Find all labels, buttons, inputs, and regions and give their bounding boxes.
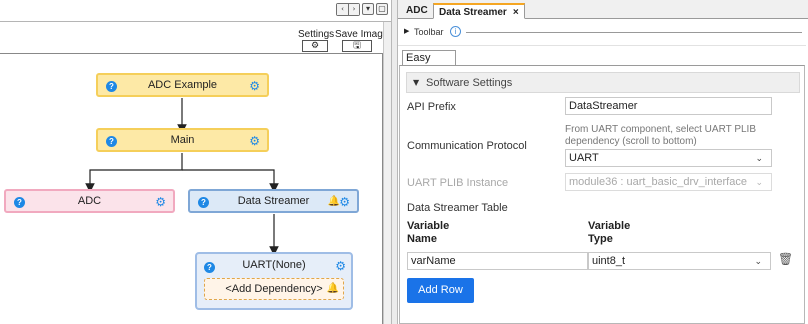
chevron-down-icon: ⌄	[755, 178, 763, 188]
software-settings-header[interactable]: ▼ Software Settings	[406, 72, 800, 93]
bell-icon[interactable]: 🔔	[327, 279, 339, 299]
tab-data-streamer[interactable]: Data Streamer ×	[433, 3, 525, 19]
comm-protocol-value: UART	[569, 152, 599, 164]
chevron-down-icon: ⌄	[755, 154, 763, 164]
toolbar-label: Toolbar	[414, 27, 444, 37]
node-label: UART(None)	[242, 259, 306, 271]
divider-line	[466, 32, 802, 33]
add-row-button[interactable]: Add Row	[407, 278, 474, 303]
help-icon[interactable]: ?	[198, 197, 209, 208]
comm-protocol-select[interactable]: UART ⌄	[565, 149, 772, 167]
toolbar-collapsible[interactable]: ▶ Toolbar i	[398, 20, 806, 46]
configuration-pane: ADC Data Streamer × ▶ Toolbar i Easy View…	[398, 0, 808, 324]
gear-icon[interactable]: ⚙	[339, 195, 350, 209]
gear-icon[interactable]: ⚙	[249, 79, 260, 93]
add-dependency-button[interactable]: <Add Dependency> 🔔	[204, 278, 344, 300]
api-prefix-label: API Prefix	[407, 101, 456, 113]
comm-protocol-label: Communication Protocol	[407, 140, 527, 152]
uart-plib-label: UART PLIB Instance	[407, 177, 509, 189]
help-icon[interactable]: ?	[14, 197, 25, 208]
close-icon[interactable]: ×	[513, 7, 519, 18]
node-label: ADC	[77, 195, 102, 207]
expand-arrow-icon: ▶	[404, 27, 410, 35]
node-adc[interactable]: ? ADC ⚙	[4, 189, 175, 213]
trash-icon[interactable]: 🗑	[778, 252, 793, 266]
gear-icon[interactable]: ⚙	[155, 195, 166, 209]
tab-label: ADC	[406, 5, 428, 16]
uart-plib-select: module36 : uart_basic_drv_interface ⌄	[565, 173, 772, 191]
node-label: Main	[170, 134, 195, 146]
config-tab-bar: ADC Data Streamer ×	[398, 0, 808, 19]
gear-icon[interactable]: ⚙	[249, 134, 260, 148]
variable-name-input[interactable]: varName	[407, 252, 588, 270]
node-data-streamer[interactable]: ? Data Streamer 🔔 ⚙	[188, 189, 359, 213]
variable-type-value: uint8_t	[592, 255, 626, 267]
add-dependency-label: <Add Dependency>	[225, 283, 323, 295]
comm-protocol-hint: From UART component, select UART PLIB de…	[565, 124, 757, 147]
section-title: Software Settings	[426, 77, 513, 89]
gear-icon[interactable]: ⚙	[335, 259, 346, 273]
col-variable-type: Variable Type	[588, 220, 631, 245]
node-label: ADC Example	[147, 79, 218, 91]
uart-plib-value: module36 : uart_basic_drv_interface	[569, 176, 747, 188]
node-main[interactable]: ? Main ⚙	[96, 128, 269, 152]
node-uart[interactable]: ? UART(None) ⚙ <Add Dependency> 🔔	[195, 252, 353, 310]
collapse-arrow-icon: ▼	[413, 78, 420, 87]
wire-main-adc	[85, 153, 183, 193]
tab-adc[interactable]: ADC	[401, 3, 433, 19]
help-icon[interactable]: ?	[106, 81, 117, 92]
node-adc-example[interactable]: ? ADC Example ⚙	[96, 73, 269, 97]
variable-type-select[interactable]: uint8_t ⌄	[588, 252, 771, 270]
api-prefix-input[interactable]: DataStreamer	[565, 97, 772, 115]
node-label: Data Streamer	[237, 195, 310, 207]
bell-icon[interactable]: 🔔	[328, 196, 340, 207]
data-streamer-table-label: Data Streamer Table	[407, 202, 508, 214]
col-variable-name: Variable Name	[407, 220, 450, 245]
wire-main-streamer	[182, 169, 279, 193]
tab-easy-view[interactable]: Easy View	[402, 50, 456, 79]
project-graph-pane: ‹ › ▾ ▢ Settings Save Image ⚙ 🖫 ? ADC Ex…	[0, 0, 391, 324]
chevron-down-icon: ⌄	[754, 257, 762, 267]
easy-view-panel: ▼ Software Settings API Prefix DataStrea…	[399, 65, 805, 324]
pane-splitter[interactable]	[391, 0, 398, 324]
info-icon[interactable]: i	[450, 26, 461, 37]
tab-label: Data Streamer	[439, 7, 507, 18]
help-icon[interactable]: ?	[106, 136, 117, 147]
